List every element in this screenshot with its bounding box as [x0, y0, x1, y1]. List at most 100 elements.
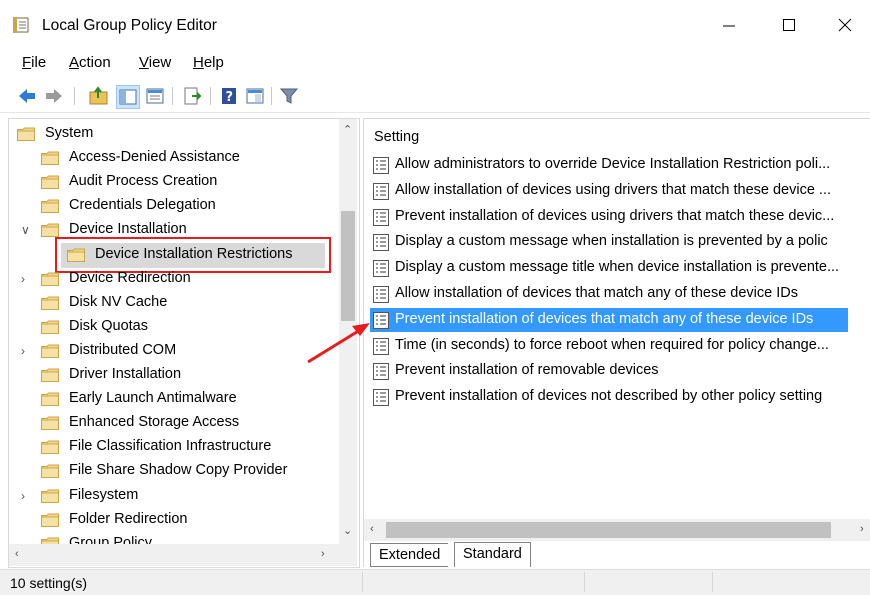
menu-help[interactable]: Help	[193, 54, 224, 71]
tree-item[interactable]: Disk NV Cache	[9, 292, 334, 316]
policy-setting-icon	[373, 363, 389, 381]
close-button[interactable]	[822, 10, 868, 40]
setting-row[interactable]: Display a custom message title when devi…	[370, 256, 870, 280]
folder-icon	[41, 513, 59, 527]
tree-item[interactable]: Audit Process Creation	[9, 171, 334, 195]
folder-icon	[41, 223, 59, 238]
tree-item[interactable]: Folder Redirection	[9, 509, 334, 533]
export-list-icon[interactable]	[182, 85, 204, 107]
setting-row-selected[interactable]: Prevent installation of devices that mat…	[370, 307, 848, 332]
folder-icon	[41, 368, 59, 382]
tree-item[interactable]: Driver Installation	[9, 364, 334, 388]
policy-icon	[13, 17, 31, 33]
policy-setting-icon	[373, 234, 389, 252]
policy-setting-icon	[373, 389, 389, 407]
folder-icon	[41, 489, 59, 503]
scroll-left-icon[interactable]: ‹	[370, 523, 374, 535]
scroll-up-icon[interactable]: ⌃	[343, 123, 352, 136]
settings-pane: Setting Allow administrators to override…	[363, 118, 870, 567]
tree-item-label: Audit Process Creation	[69, 173, 218, 190]
tree-pane[interactable]: System Access-Denied Assistance Audit Proc…	[8, 118, 360, 568]
setting-label: Prevent installation of devices that mat…	[395, 310, 814, 327]
tree-item[interactable]: › Filesystem	[9, 485, 334, 509]
setting-column-header[interactable]: Setting	[374, 129, 419, 145]
setting-label: Display a custom message when installati…	[395, 233, 828, 250]
setting-label: Prevent installation of removable device…	[395, 362, 659, 379]
tab-extended[interactable]: Extended	[370, 543, 449, 567]
back-icon[interactable]	[16, 85, 38, 107]
tree-horizontal-scrollbar[interactable]: ‹ ›	[9, 544, 339, 566]
chevron-down-icon[interactable]: ∨	[21, 223, 33, 237]
menu-action[interactable]: Action	[69, 54, 111, 71]
chevron-right-icon[interactable]: ›	[21, 344, 33, 358]
properties-pane-icon[interactable]	[244, 85, 266, 107]
menu-view[interactable]: View	[139, 54, 171, 71]
setting-row[interactable]: Prevent installation of devices not desc…	[370, 385, 870, 409]
settings-horizontal-scrollbar[interactable]: ‹ ›	[364, 519, 870, 541]
view-tabs: Extended Standard	[364, 542, 870, 567]
tree-item[interactable]: Access-Denied Assistance	[9, 147, 334, 171]
window-title: Local Group Policy Editor	[42, 17, 217, 34]
show-hide-tree-icon[interactable]	[116, 85, 140, 109]
scroll-right-icon[interactable]: ›	[860, 523, 864, 535]
tree-item[interactable]: Credentials Delegation	[9, 195, 334, 219]
tree-item-label: Filesystem	[69, 486, 139, 503]
settings-scroll-thumb[interactable]	[386, 522, 831, 538]
tree-item[interactable]: Enhanced Storage Access	[9, 412, 334, 436]
setting-row[interactable]: Time (in seconds) to force reboot when r…	[370, 334, 870, 358]
up-folder-icon[interactable]	[88, 85, 110, 107]
scroll-down-icon[interactable]: ⌄	[343, 524, 352, 537]
setting-label: Prevent installation of devices not desc…	[395, 388, 823, 405]
policy-setting-icon	[373, 286, 389, 303]
setting-row[interactable]: Allow installation of devices using driv…	[370, 179, 870, 203]
scroll-right-icon[interactable]: ›	[321, 548, 325, 560]
forward-icon[interactable]	[43, 85, 65, 107]
folder-icon	[41, 320, 59, 334]
minimize-button[interactable]	[706, 10, 752, 40]
help-icon[interactable]: ?	[218, 85, 240, 107]
policy-setting-icon	[373, 208, 389, 226]
properties-icon[interactable]	[144, 85, 166, 107]
tree-item-label: Distributed COM	[69, 341, 177, 358]
policy-setting-icon	[373, 260, 389, 278]
tree-item-label: Access-Denied Assistance	[69, 149, 240, 166]
tree-item-selected[interactable]: Device Installation Restrictions	[9, 236, 334, 273]
tree-item[interactable]: Disk Quotas	[9, 316, 334, 340]
title-bar[interactable]: Local Group Policy Editor	[0, 0, 870, 48]
tree-scroll-thumb[interactable]	[341, 211, 355, 321]
folder-icon	[41, 296, 59, 310]
setting-label: Allow installation of devices using driv…	[395, 181, 832, 198]
maximize-button[interactable]	[766, 10, 812, 40]
folder-icon	[41, 464, 59, 479]
tab-standard[interactable]: Standard	[454, 542, 531, 567]
filter-icon[interactable]	[278, 85, 300, 107]
tree-item[interactable]: › Device Redirection	[9, 268, 334, 292]
folder-icon	[41, 392, 59, 407]
policy-setting-icon	[373, 157, 389, 174]
scroll-left-icon[interactable]: ‹	[15, 548, 19, 560]
tree-item[interactable]: System	[9, 123, 334, 147]
tree-item-label: Folder Redirection	[69, 510, 188, 527]
tree-vertical-scrollbar[interactable]: ⌃ ⌄	[339, 119, 357, 544]
group-policy-editor-window: Local Group Policy Editor File Action Vi…	[0, 0, 870, 595]
setting-label: Allow installation of devices that match…	[395, 285, 798, 301]
setting-row[interactable]: Prevent installation of removable device…	[370, 359, 870, 383]
setting-row[interactable]: Display a custom message when installati…	[370, 230, 870, 254]
menu-bar: File Action View Help	[0, 48, 870, 78]
setting-row[interactable]: Allow installation of devices that match…	[370, 282, 870, 306]
tree-item[interactable]: › Distributed COM	[9, 340, 334, 364]
setting-row[interactable]: Allow administrators to override Device …	[370, 153, 870, 177]
folder-icon	[41, 175, 59, 190]
chevron-right-icon[interactable]: ›	[21, 489, 33, 503]
minimize-icon	[723, 25, 735, 27]
menu-file[interactable]: File	[22, 54, 46, 71]
tree-item[interactable]: Early Launch Antimalware	[9, 388, 334, 412]
tree-item-label: File Share Shadow Copy Provider	[69, 462, 288, 479]
tree-item[interactable]: File Classification Infrastructure	[9, 436, 334, 460]
setting-row[interactable]: Prevent installation of devices using dr…	[370, 205, 870, 229]
setting-label: Display a custom message title when devi…	[395, 259, 840, 276]
close-icon	[838, 18, 852, 32]
chevron-right-icon[interactable]: ›	[21, 272, 33, 286]
tree-item[interactable]: File Share Shadow Copy Provider	[9, 460, 334, 484]
tree-item-label: Device Redirection	[69, 269, 191, 286]
